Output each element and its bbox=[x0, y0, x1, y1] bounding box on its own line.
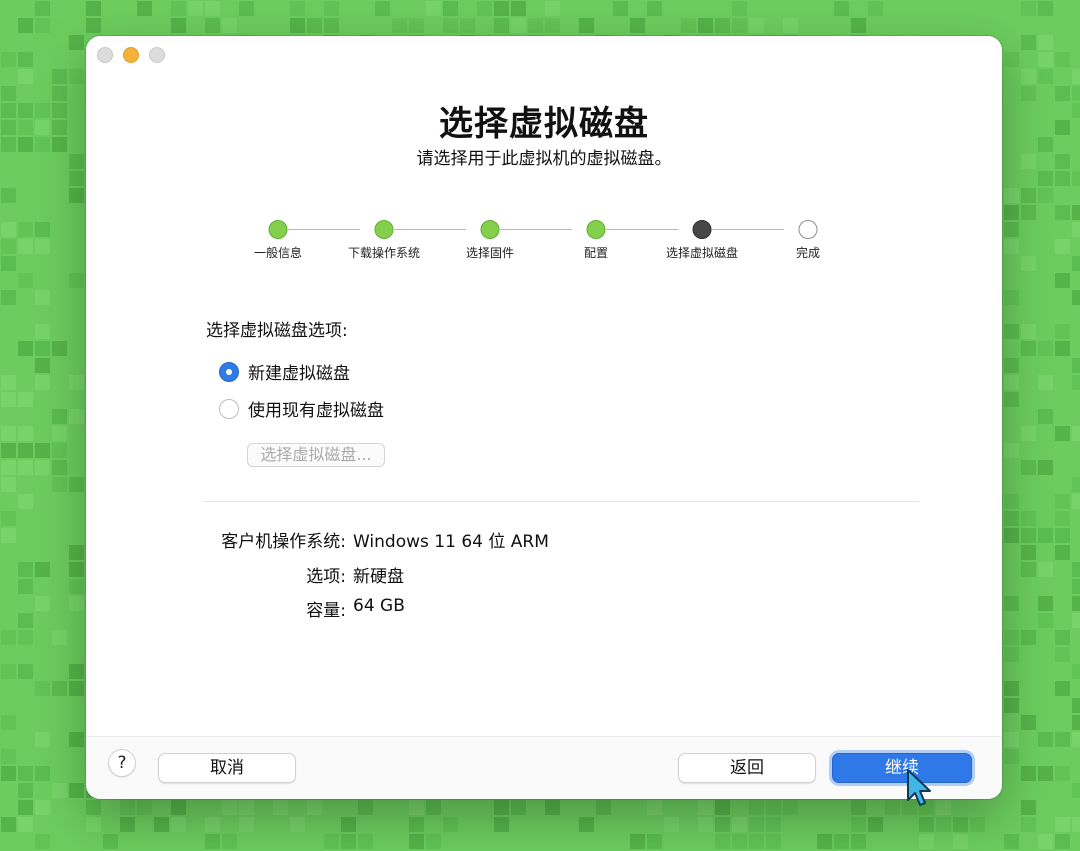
choose-disk-button: 选择虚拟磁盘... bbox=[247, 443, 385, 467]
continue-button[interactable]: 继续 bbox=[832, 753, 972, 783]
new-disk-label: 新建虚拟磁盘 bbox=[248, 364, 350, 384]
cancel-button[interactable]: 取消 bbox=[158, 753, 296, 783]
step-label-finish: 完成 bbox=[795, 246, 821, 260]
summary-key-os: 客户机操作系统: bbox=[221, 532, 346, 552]
summary-key-capacity: 容量: bbox=[306, 601, 346, 621]
step-connector bbox=[500, 229, 572, 230]
divider bbox=[203, 501, 919, 502]
disk-options-label: 选择虚拟磁盘选项: bbox=[206, 321, 348, 341]
summary-key-option: 选项: bbox=[306, 567, 346, 587]
help-button[interactable]: ? bbox=[108, 749, 136, 777]
existing-disk-label: 使用现有虚拟磁盘 bbox=[248, 401, 384, 421]
new-disk-radio[interactable] bbox=[219, 361, 239, 382]
back-button[interactable]: 返回 bbox=[678, 753, 816, 783]
new-disk-option[interactable]: 新建虚拟磁盘 bbox=[219, 359, 350, 384]
summary-value-capacity: 64 GB bbox=[353, 596, 405, 616]
dialog-window: 选择虚拟磁盘 请选择用于此虚拟机的虚拟磁盘。 一般信息 下载操作系统 选择固件 … bbox=[86, 36, 1002, 799]
step-label-configuration: 配置 bbox=[583, 246, 609, 260]
step-dot-finish bbox=[798, 220, 818, 239]
step-dot-download-os bbox=[374, 220, 394, 239]
existing-disk-radio[interactable] bbox=[219, 398, 239, 419]
minimize-window-button[interactable] bbox=[123, 47, 139, 63]
footer-bar: ? 取消 返回 继续 bbox=[86, 736, 1002, 799]
mouse-cursor-icon bbox=[907, 769, 931, 806]
step-dot-virtual-disk bbox=[692, 220, 712, 239]
page-subtitle: 请选择用于此虚拟机的虚拟磁盘。 bbox=[416, 149, 672, 169]
step-connector bbox=[712, 229, 784, 230]
wizard-steps: 一般信息 下载操作系统 选择固件 配置 选择虚拟磁盘 完成 bbox=[86, 220, 1002, 270]
summary-value-option: 新硬盘 bbox=[353, 567, 404, 587]
step-label-general-info: 一般信息 bbox=[253, 246, 303, 260]
step-label-virtual-disk: 选择虚拟磁盘 bbox=[665, 246, 739, 260]
step-connector bbox=[394, 229, 466, 230]
maximize-window-button[interactable] bbox=[149, 47, 165, 63]
step-label-download-os: 下载操作系统 bbox=[347, 246, 421, 260]
summary-value-os: Windows 11 64 位 ARM bbox=[353, 532, 549, 552]
window-controls bbox=[97, 47, 165, 63]
close-window-button[interactable] bbox=[97, 47, 113, 63]
step-connector bbox=[606, 229, 678, 230]
step-dot-general-info bbox=[268, 220, 288, 239]
step-connector bbox=[288, 229, 360, 230]
step-label-firmware: 选择固件 bbox=[465, 246, 515, 260]
page-title: 选择虚拟磁盘 bbox=[439, 104, 649, 144]
existing-disk-option[interactable]: 使用现有虚拟磁盘 bbox=[219, 396, 384, 421]
step-dot-firmware bbox=[480, 220, 500, 239]
step-dot-configuration bbox=[586, 220, 606, 239]
